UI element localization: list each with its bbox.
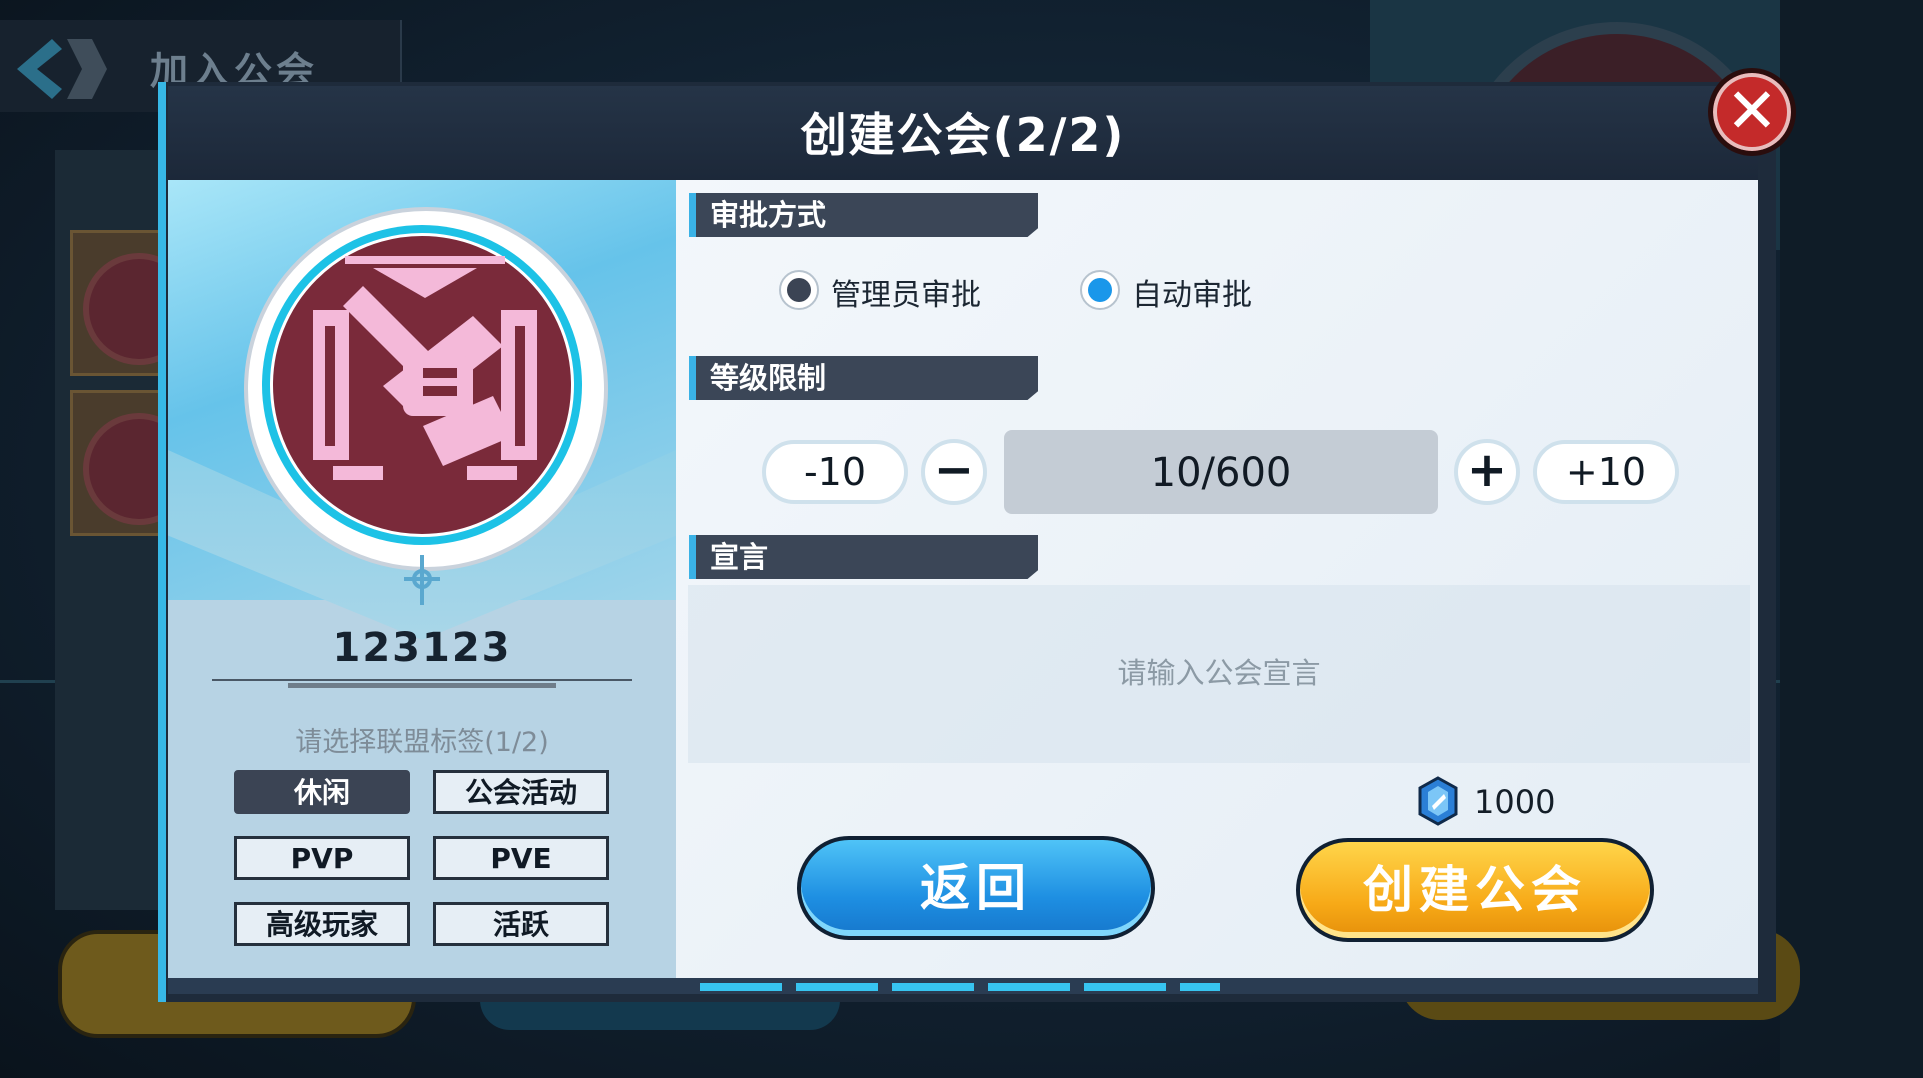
- level-minus-button[interactable]: −: [921, 439, 987, 505]
- guild-name[interactable]: 123123: [168, 625, 676, 671]
- approval-header-label: 审批方式: [710, 198, 827, 232]
- dialog-bottom-lights: [700, 983, 1220, 991]
- radio-admin-approval[interactable]: [779, 270, 819, 310]
- manifesto-section-header: 宣言: [689, 535, 1038, 579]
- back-arrow-icon: [17, 39, 107, 99]
- guild-emblem-icon[interactable]: [270, 233, 574, 537]
- manifesto-input[interactable]: 请输入公会宣言: [688, 585, 1750, 763]
- level-plus10-button[interactable]: +10: [1533, 440, 1679, 504]
- plus-icon: +: [1466, 442, 1508, 498]
- level-value: 10/600: [1004, 430, 1438, 514]
- back-button[interactable]: 返回: [797, 836, 1155, 940]
- radio-auto-approval[interactable]: [1080, 270, 1120, 310]
- radio-admin-approval-label[interactable]: 管理员审批: [831, 270, 981, 314]
- manifesto-placeholder: 请输入公会宣言: [1117, 656, 1321, 690]
- background-panel: [1780, 0, 1923, 1078]
- tag-advanced-player[interactable]: 高级玩家: [234, 902, 410, 946]
- level-section-header: 等级限制: [689, 356, 1038, 400]
- blue-gem-icon: [1418, 776, 1458, 826]
- level-minus10-button[interactable]: -10: [762, 440, 908, 504]
- cost-value: 1000: [1474, 783, 1556, 821]
- approval-section-header: 审批方式: [689, 193, 1038, 237]
- name-underline-accent: [288, 683, 556, 688]
- manifesto-header-label: 宣言: [710, 540, 769, 574]
- tag-guild-activity[interactable]: 公会活动: [433, 770, 609, 814]
- dialog-title: 创建公会(2/2): [800, 108, 1126, 162]
- tag-casual[interactable]: 休闲: [234, 770, 410, 814]
- tag-active[interactable]: 活跃: [433, 902, 609, 946]
- emblem-ornament-icon: [404, 555, 440, 605]
- name-underline: [212, 679, 632, 681]
- radio-auto-approval-label[interactable]: 自动审批: [1132, 270, 1252, 314]
- level-header-label: 等级限制: [710, 361, 827, 395]
- tag-hint: 请选择联盟标签(1/2): [295, 727, 549, 758]
- create-guild-button[interactable]: 创建公会: [1296, 838, 1654, 942]
- tag-pvp[interactable]: PVP: [234, 836, 410, 880]
- tag-pve[interactable]: PVE: [433, 836, 609, 880]
- level-plus-button[interactable]: +: [1454, 439, 1520, 505]
- minus-icon: −: [933, 442, 975, 498]
- close-x-icon: ✕: [1726, 74, 1778, 147]
- close-button[interactable]: ✕: [1708, 68, 1796, 156]
